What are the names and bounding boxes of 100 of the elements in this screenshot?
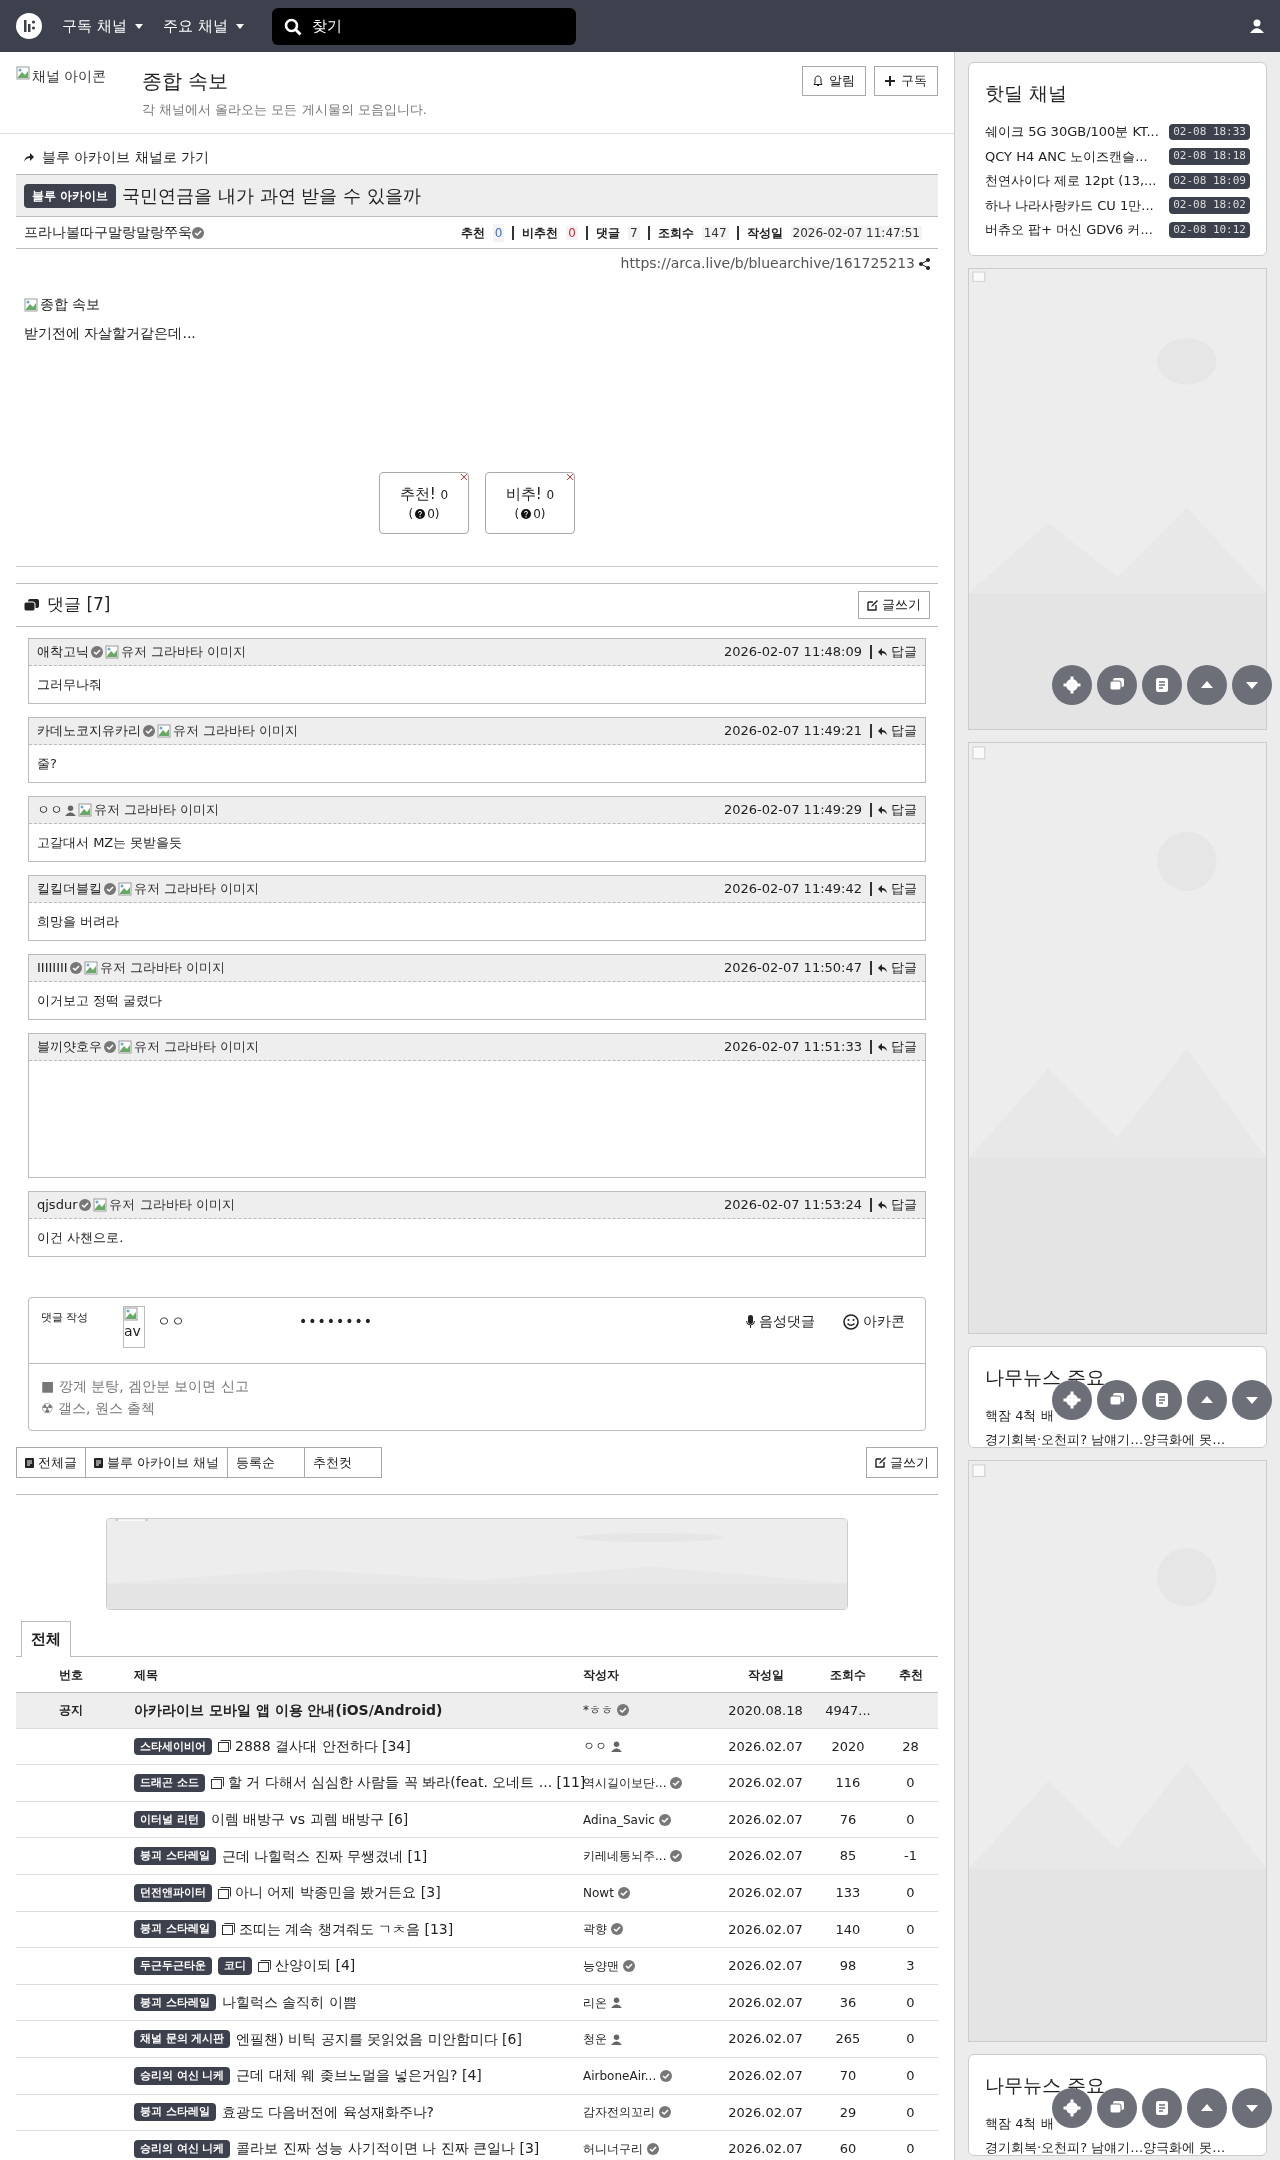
post-link[interactable]: 산양이되 [4] [275,1955,356,1977]
reply-button[interactable]: 답글 [874,800,917,820]
edit-icon [875,1457,886,1468]
hotdeal-link[interactable]: 버츄오 팝+ 머신 GDV6 커... [985,220,1153,240]
table-row[interactable]: 채널 문의 게시판 엔필챈) 비틱 공지를 못읽었음 미안함미다 [6] 청운 2026.02.07 265 0 [16,2021,938,2058]
comment-text: 그러무나줘 [36,675,103,694]
comment-author[interactable]: qjsdur [37,1195,78,1215]
column-header: 추천 [897,1666,924,1684]
notify-button[interactable]: 알림 [802,66,866,96]
write-comment-button[interactable]: 글쓰기 [858,591,930,619]
author-name[interactable]: Adina_Savic [583,1810,655,1829]
author-name[interactable]: 능양맨 [583,1956,619,1975]
author-name[interactable]: 감자전의꼬리 [583,2103,655,2122]
table-row[interactable]: 이터널 리턴 이렘 배방구 vs 괴렘 배방구 [6] Adina_Savic 2026.02.07 76 0 [16,1801,938,1839]
emoticon-button[interactable]: 아카콘 [843,1311,905,1332]
hotdeal-link[interactable]: 천연사이다 제로 12pt (13,... [985,171,1157,191]
reply-button[interactable]: 답글 [874,642,917,662]
write-post-button[interactable]: 글쓰기 [866,1447,938,1478]
post-link[interactable]: 조띠는 계속 챙겨줘도 ㄱㅊ음 [13] [238,1918,454,1940]
post-link[interactable]: 콜라보 진짜 성능 사기적이면 나 진짜 큰일나 [3] [236,2138,540,2160]
post-link[interactable]: 이렘 배방구 vs 괴렘 배방구 [6] [210,1809,409,1831]
author-name[interactable]: 곽향 [583,1920,607,1939]
post-link[interactable]: 엔필챈) 비틱 공지를 못읽었음 미안함미다 [6] [236,2028,522,2050]
author-name[interactable]: *ㅎㅎ [583,1701,613,1720]
post-url[interactable]: https://arca.live/b/bluearchive/161725213 [620,253,915,274]
table-row[interactable]: 붕괴 스타레일 조띠는 계속 챙겨줘도 ㄱㅊ음 [13] 곽향 2026.02.07 140 0 [16,1911,938,1949]
comment-author[interactable]: 블끼얏호우 [37,1037,102,1057]
back-to-channel-link[interactable]: 블루 아카이브 채널로 가기 [16,146,210,168]
close-icon[interactable] [567,474,573,480]
author-name[interactable]: 역시길이보단... [583,1774,667,1792]
post-link[interactable]: 근데 대체 웨 좆브노멀을 넣은거임? [4] [236,2065,482,2087]
hotdeal-link[interactable]: 쉐이크 5G 30GB/100분 KT... [985,122,1159,142]
table-row[interactable]: 붕괴 스타레일 근데 나힐럭스 진짜 무쌩겼네 [1] 키레네통뇌주... 2026.02.07 85 -1 [16,1838,938,1875]
post-link[interactable]: 효광도 다음버전에 육성재화주나? [221,2101,434,2123]
name-field[interactable]: ㅇㅇ [157,1311,287,1332]
broken-image-icon [124,1307,138,1321]
board-tab[interactable]: 전체글 [16,1447,86,1478]
table-row[interactable]: 붕괴 스타레일 나힐럭스 솔직히 이쁨 리온 2026.02.07 36 0 [16,1984,938,2022]
board-tab[interactable]: 추천컷 [304,1447,383,1478]
comment-author[interactable]: 킬킬더블킬 [37,879,102,899]
hotdeal-link[interactable]: 하나 나라사랑카드 CU 1만... [985,195,1154,215]
downvote-button[interactable]: 비추! 0 ( 0) [485,472,575,534]
author-name[interactable]: Nowt [583,1883,614,1902]
channel-description: 각 채널에서 올라오는 모든 게시물의 모음입니다. [142,101,427,119]
category-tag: 붕괴 스타레일 [134,1920,216,1939]
document-icon [1153,1391,1171,1409]
table-row[interactable]: 두근두근타운 코디 산양이되 [4] 능양맨 2026.02.07 98 3 [16,1948,938,1985]
reply-button[interactable]: 답글 [874,879,917,899]
category-tag: 승리의 여신 니케 [134,2140,231,2158]
table-row[interactable]: 승리의 여신 니케 근데 대체 웨 좆브노멀을 넣은거임? [4] AirboneAir... 2026.02.07 70 0 [16,2057,938,2095]
subscribe-button[interactable]: 구독 [874,66,938,96]
post-link[interactable]: 아니 어제 박종민을 봤거든요 [3] [235,1882,441,1904]
author-name[interactable]: 키레네통뇌주... [583,1847,667,1866]
reply-button[interactable]: 답글 [874,1037,917,1057]
nav-menu[interactable]: 구독 채널 [62,14,143,38]
table-row[interactable]: 드래곤 소드 할 거 다해서 심심한 사람들 꼭 봐라(feat. 오네트 ... [11]역시길이보단... 2026.02.07 116 0 [16,1765,938,1802]
author-name[interactable]: ㅇㅇ [583,1737,607,1756]
author-name[interactable]: 청운 [583,2030,607,2049]
author-name[interactable]: 허니너구리 [583,2139,643,2158]
author-name[interactable]: AirboneAir... [583,2066,657,2085]
post-link[interactable]: 아카라이브 모바일 앱 이용 안내(iOS/Android) [134,1699,443,1721]
hotdeal-link[interactable]: QCY H4 ANC 노이즈캔슬... [985,146,1148,166]
voice-comment-button[interactable]: 음성댓글 [746,1311,815,1332]
news-link[interactable]: 경기회복·오천피? 남얘기…양극화에 못… [985,1429,1226,1447]
avatar-alt: 유저 그라바타 이미지 [99,959,225,978]
share-icon[interactable] [919,257,930,270]
table-row[interactable]: 공지 아카라이브 모바일 앱 이용 안내(iOS/Android) *ㅎㅎ 2020.08.18 4947... [16,1692,938,1729]
comment-author[interactable]: IIIIIIII [37,958,68,978]
stat-value: 7 [628,225,640,240]
reply-button[interactable]: 답글 [874,1195,917,1215]
post-date: 2026.02.07 [728,1738,803,1754]
comment-author[interactable]: ㅇㅇ [37,800,63,820]
post-link[interactable]: 나힐럭스 솔직히 이쁨 [221,1992,357,2014]
list-tab[interactable]: 전체 [21,1621,71,1657]
search-field[interactable]: 찾기 [271,7,576,45]
table-row[interactable]: 붕괴 스타레일 효광도 다음버전에 육성재화주나? 감자전의꼬리 2026.02.07 29 0 [16,2094,938,2132]
news-link[interactable]: 핵잠 4척 배 [985,1405,1054,1426]
avatar-alt: 유저 그라바타 이미지 [173,722,299,741]
close-icon[interactable] [461,474,467,480]
comment-notice: ■ 깡계 분탕, 겜안분 보이면 신고 [41,1377,250,1396]
upvote-button[interactable]: 추천! 0 ( 0) [379,472,469,534]
user-icon[interactable] [1250,19,1264,33]
comment-author[interactable]: 애착고닉 [37,642,89,662]
board-tab[interactable]: 블루 아카이브 채널 [85,1447,229,1478]
comment-author[interactable]: 카데노코지유카리 [37,721,141,741]
table-row[interactable]: 던전앤파이터 아니 어제 박종민을 봤거든요 [3] Nowt 2026.02.07 133 0 [16,1874,938,1912]
nav-menu[interactable]: 주요 채널 [162,14,244,38]
password-field[interactable]: •••••••• [299,1311,419,1332]
deal-time: 02-08 18:18 [1169,148,1250,165]
comments-icon [24,598,39,612]
post-link[interactable]: 2888 결사대 안전하다 [34] [235,1735,411,1757]
reply-button[interactable]: 답글 [874,721,917,741]
table-row[interactable]: 승리의 여신 니케 콜라보 진짜 성능 사기적이면 나 진짜 큰일나 [3] 허니너구리 2026.02.07 60 0 [16,2131,938,2160]
table-row[interactable]: 스타세이비어 2888 결사대 안전하다 [34] ㅇㅇ 2026.02.07 2020 28 [16,1728,938,1766]
post-link[interactable]: 근데 나힐럭스 진짜 무쌩겼네 [1] [221,1845,428,1867]
author-name[interactable]: 리온 [583,1993,607,2012]
reply-button[interactable]: 답글 [874,958,917,978]
board-tab[interactable]: 등록순 [227,1447,306,1478]
news-link[interactable]: 핵잠 4척 배 [985,2113,1054,2134]
news-link[interactable]: 경기회복·오천피? 남얘기…양극화에 못… [985,2137,1226,2155]
